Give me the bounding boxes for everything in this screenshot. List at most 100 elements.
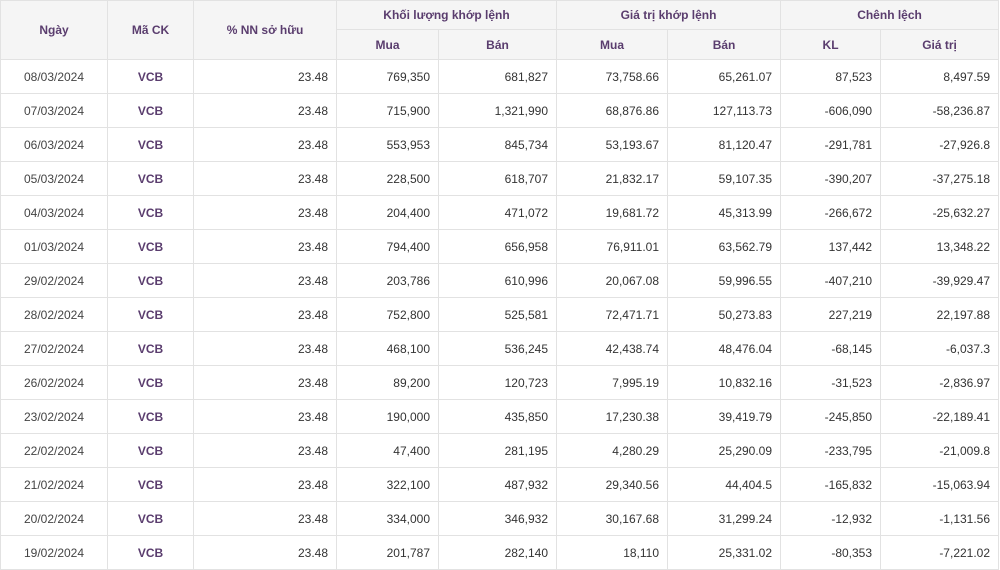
foreign-trading-table: Ngày Mã CK % NN sở hữu Khối lượng khớp l… bbox=[0, 0, 1000, 570]
table-row: 26/02/2024 VCB 23.48 89,200 120,723 7,995.19 1… bbox=[0, 365, 1000, 400]
cell-volume-sell: 435,850 bbox=[438, 399, 558, 434]
cell-value-buy: 4,280.29 bbox=[556, 433, 669, 468]
cell-foreign-pct: 23.48 bbox=[193, 161, 337, 196]
cell-value-buy: 20,067.08 bbox=[556, 263, 669, 298]
cell-foreign-pct: 23.48 bbox=[193, 365, 337, 400]
cell-volume-sell: 281,195 bbox=[438, 433, 558, 468]
header-volume-buy[interactable]: Mua bbox=[336, 29, 439, 60]
cell-value-buy: 53,193.67 bbox=[556, 127, 669, 162]
cell-stock-code[interactable]: VCB bbox=[107, 467, 194, 502]
header-value-sell[interactable]: Bán bbox=[667, 29, 782, 60]
cell-value-buy: 76,911.01 bbox=[556, 229, 669, 264]
table-row: 08/03/2024 VCB 23.48 769,350 681,827 73,758.6… bbox=[0, 59, 1000, 94]
cell-diff-value: -15,063.94 bbox=[880, 467, 1000, 502]
cell-volume-buy: 228,500 bbox=[336, 161, 439, 196]
cell-diff-value: -27,926.8 bbox=[880, 127, 1000, 162]
header-volume-sell[interactable]: Bán bbox=[437, 29, 558, 60]
cell-date: 26/02/2024 bbox=[0, 365, 108, 400]
cell-foreign-pct: 23.48 bbox=[193, 501, 337, 536]
cell-stock-code[interactable]: VCB bbox=[107, 501, 194, 536]
cell-value-buy: 19,681.72 bbox=[556, 195, 669, 230]
cell-diff-kl: -80,353 bbox=[780, 535, 882, 570]
cell-value-sell: 39,419.79 bbox=[667, 399, 782, 434]
cell-stock-code[interactable]: VCB bbox=[107, 93, 194, 128]
cell-stock-code[interactable]: VCB bbox=[107, 229, 194, 264]
cell-stock-code[interactable]: VCB bbox=[107, 263, 194, 298]
cell-stock-code[interactable]: VCB bbox=[107, 127, 194, 162]
cell-diff-kl: -606,090 bbox=[780, 93, 882, 128]
cell-diff-value: 13,348.22 bbox=[880, 229, 1000, 264]
cell-foreign-pct: 23.48 bbox=[193, 93, 337, 128]
cell-value-buy: 73,758.66 bbox=[556, 59, 669, 94]
cell-diff-kl: -31,523 bbox=[780, 365, 882, 400]
cell-volume-buy: 203,786 bbox=[336, 263, 439, 298]
cell-volume-buy: 334,000 bbox=[336, 501, 439, 536]
table-row: 06/03/2024 VCB 23.48 553,953 845,734 53,193.6… bbox=[0, 127, 1000, 162]
table-row: 07/03/2024 VCB 23.48 715,900 1,321,990 68,876… bbox=[0, 93, 1000, 128]
header-diff-value[interactable]: Giá trị bbox=[880, 29, 1000, 60]
cell-stock-code[interactable]: VCB bbox=[107, 331, 194, 366]
cell-volume-sell: 525,581 bbox=[438, 297, 558, 332]
header-value-buy[interactable]: Mua bbox=[556, 29, 669, 60]
cell-volume-buy: 752,800 bbox=[336, 297, 439, 332]
cell-volume-buy: 204,400 bbox=[336, 195, 439, 230]
cell-volume-sell: 681,827 bbox=[438, 59, 558, 94]
cell-volume-sell: 346,932 bbox=[438, 501, 558, 536]
cell-foreign-pct: 23.48 bbox=[193, 229, 337, 264]
cell-value-buy: 68,876.86 bbox=[556, 93, 669, 128]
cell-stock-code[interactable]: VCB bbox=[107, 59, 194, 94]
cell-diff-value: -6,037.3 bbox=[880, 331, 1000, 366]
cell-diff-kl: -165,832 bbox=[780, 467, 882, 502]
cell-value-sell: 50,273.83 bbox=[667, 297, 782, 332]
cell-value-buy: 72,471.71 bbox=[556, 297, 669, 332]
cell-value-sell: 59,107.35 bbox=[667, 161, 782, 196]
table-row: 19/02/2024 VCB 23.48 201,787 282,140 18,110 25… bbox=[0, 535, 1000, 570]
cell-diff-kl: -407,210 bbox=[780, 263, 882, 298]
header-foreign-pct[interactable]: % NN sở hữu bbox=[193, 0, 337, 60]
cell-value-buy: 29,340.56 bbox=[556, 467, 669, 502]
cell-volume-buy: 47,400 bbox=[336, 433, 439, 468]
header-diff-kl[interactable]: KL bbox=[780, 29, 882, 60]
cell-volume-sell: 487,932 bbox=[438, 467, 558, 502]
cell-foreign-pct: 23.48 bbox=[193, 297, 337, 332]
cell-diff-value: -39,929.47 bbox=[880, 263, 1000, 298]
cell-value-sell: 59,996.55 bbox=[667, 263, 782, 298]
cell-date: 29/02/2024 bbox=[0, 263, 108, 298]
cell-date: 07/03/2024 bbox=[0, 93, 108, 128]
cell-diff-value: -25,632.27 bbox=[880, 195, 1000, 230]
table-row: 21/02/2024 VCB 23.48 322,100 487,932 29,340.5… bbox=[0, 467, 1000, 502]
cell-stock-code[interactable]: VCB bbox=[107, 195, 194, 230]
cell-diff-kl: -68,145 bbox=[780, 331, 882, 366]
cell-value-buy: 7,995.19 bbox=[556, 365, 669, 400]
cell-value-sell: 48,476.04 bbox=[667, 331, 782, 366]
cell-date: 28/02/2024 bbox=[0, 297, 108, 332]
cell-volume-sell: 845,734 bbox=[438, 127, 558, 162]
cell-stock-code[interactable]: VCB bbox=[107, 297, 194, 332]
cell-volume-sell: 656,958 bbox=[438, 229, 558, 264]
cell-value-buy: 18,110 bbox=[556, 535, 669, 570]
table-row: 05/03/2024 VCB 23.48 228,500 618,707 21,832.1… bbox=[0, 161, 1000, 196]
header-code[interactable]: Mã CK bbox=[107, 0, 194, 60]
cell-diff-kl: 137,442 bbox=[780, 229, 882, 264]
cell-diff-kl: -266,672 bbox=[780, 195, 882, 230]
cell-stock-code[interactable]: VCB bbox=[107, 433, 194, 468]
header-date[interactable]: Ngày bbox=[0, 0, 108, 60]
cell-diff-value: 22,197.88 bbox=[880, 297, 1000, 332]
cell-date: 08/03/2024 bbox=[0, 59, 108, 94]
cell-diff-kl: -245,850 bbox=[780, 399, 882, 434]
cell-volume-sell: 610,996 bbox=[438, 263, 558, 298]
cell-stock-code[interactable]: VCB bbox=[107, 535, 194, 570]
cell-stock-code[interactable]: VCB bbox=[107, 161, 194, 196]
cell-value-buy: 17,230.38 bbox=[556, 399, 669, 434]
cell-stock-code[interactable]: VCB bbox=[107, 365, 194, 400]
cell-volume-sell: 1,321,990 bbox=[438, 93, 558, 128]
cell-date: 01/03/2024 bbox=[0, 229, 108, 264]
cell-diff-value: -1,131.56 bbox=[880, 501, 1000, 536]
cell-volume-buy: 201,787 bbox=[336, 535, 439, 570]
cell-volume-buy: 468,100 bbox=[336, 331, 439, 366]
cell-date: 04/03/2024 bbox=[0, 195, 108, 230]
cell-stock-code[interactable]: VCB bbox=[107, 399, 194, 434]
cell-value-buy: 42,438.74 bbox=[556, 331, 669, 366]
header-volume-group: Khối lượng khớp lệnh bbox=[335, 0, 558, 30]
cell-foreign-pct: 23.48 bbox=[193, 59, 337, 94]
